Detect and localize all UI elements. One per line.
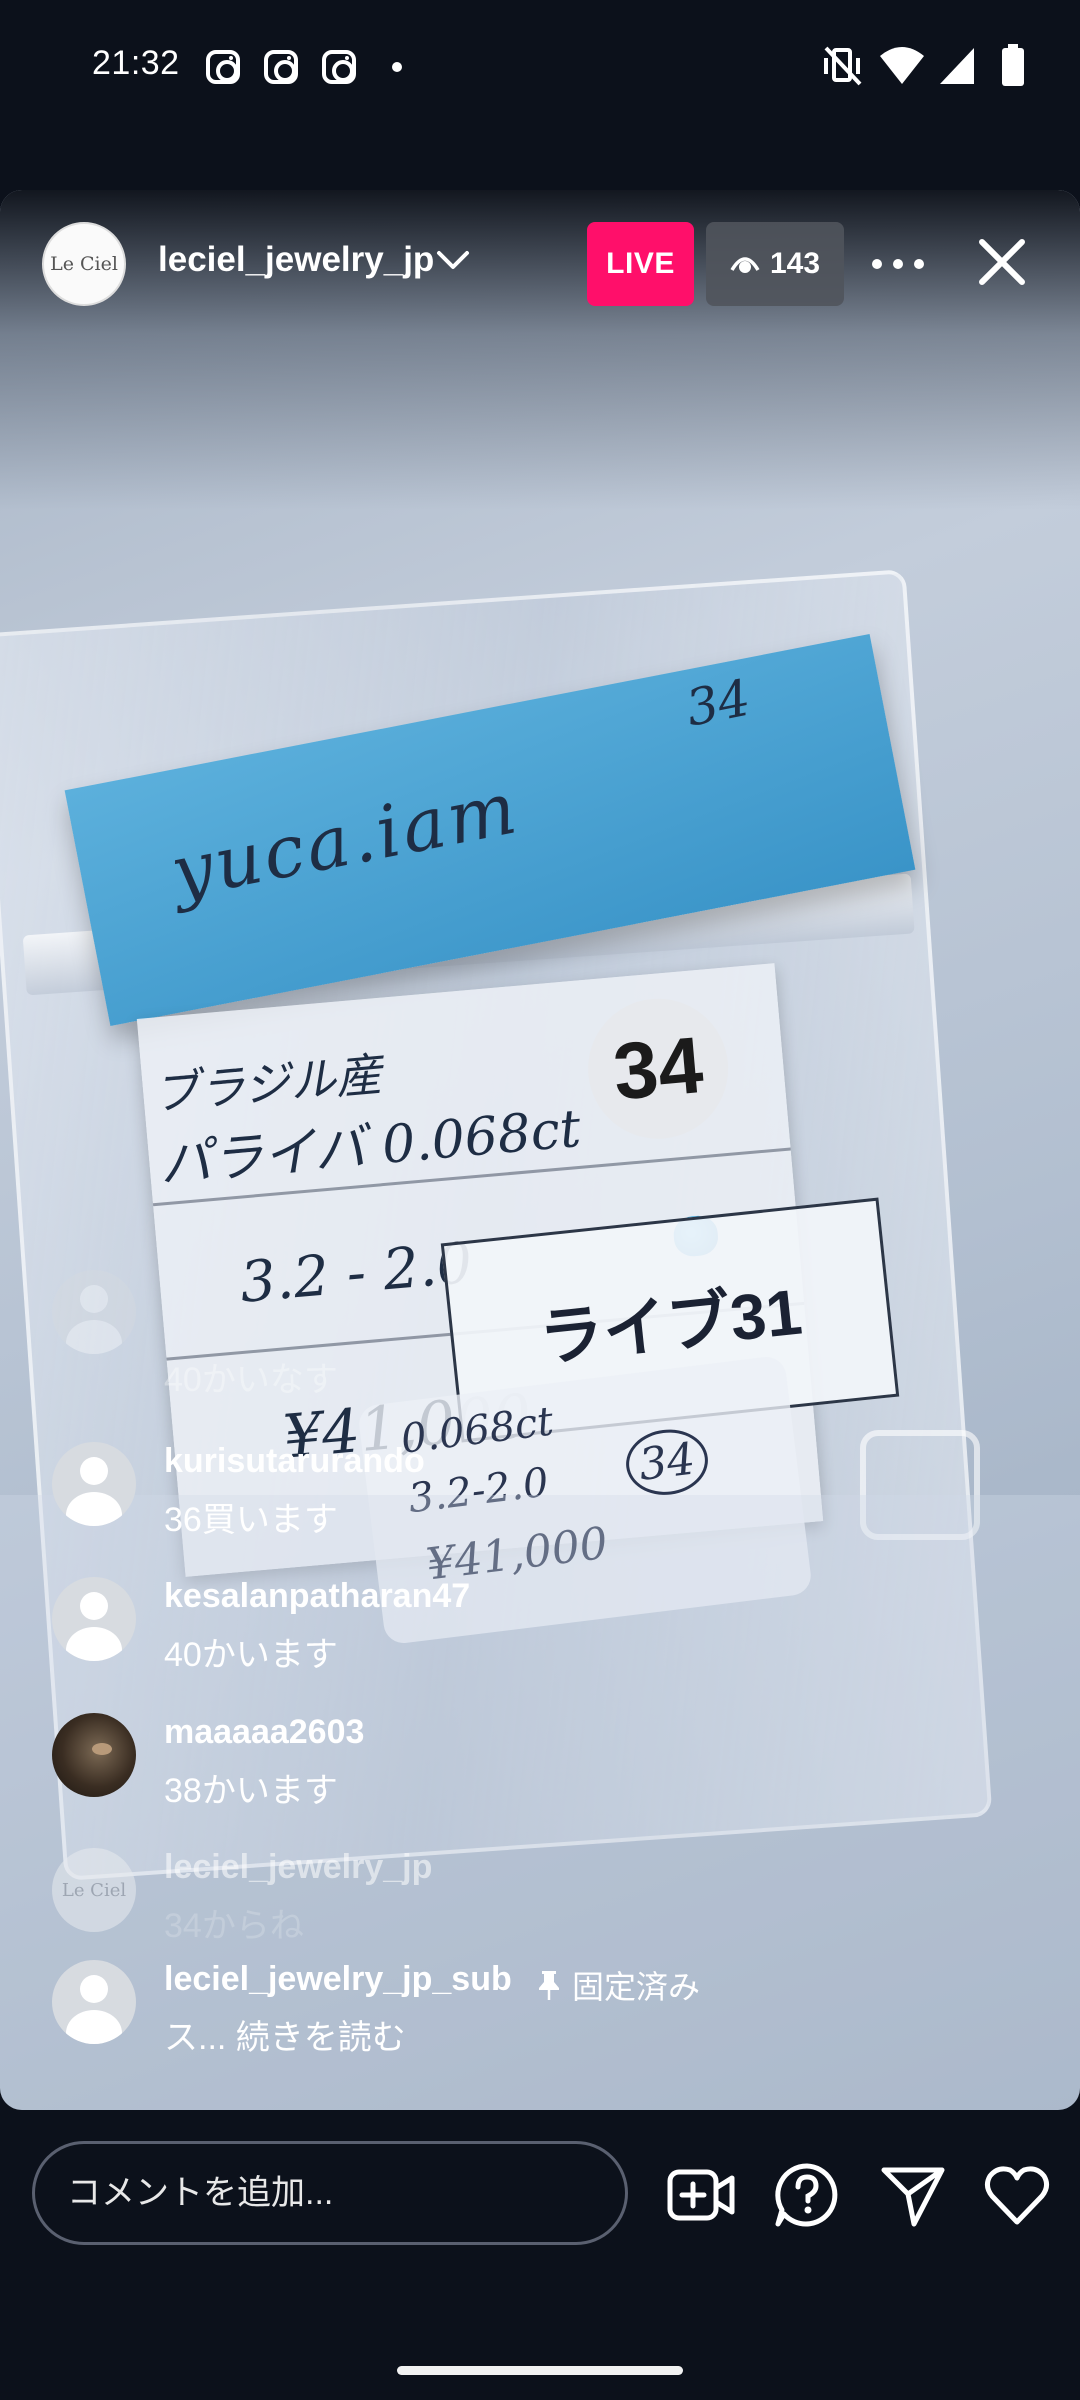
- comment-text: 34からね: [164, 1907, 304, 1945]
- add-video-icon[interactable]: [666, 2160, 736, 2230]
- close-icon[interactable]: [974, 234, 1030, 290]
- pinned-comment[interactable]: leciel_jewelry_jp_sub 固定済み ス... 続きを読む: [52, 1960, 1052, 2070]
- comment-item: 40かいなす: [52, 1270, 1052, 1410]
- comment-text[interactable]: ス... 続きを読む: [164, 2010, 406, 2059]
- comment-username[interactable]: kurisutarurando: [164, 1442, 425, 1481]
- avatar[interactable]: Le Ciel: [52, 1848, 136, 1932]
- send-icon[interactable]: [878, 2160, 948, 2230]
- dot: [914, 259, 924, 269]
- comment-username[interactable]: maaaaa2603: [164, 1713, 364, 1752]
- comment-username[interactable]: leciel_jewelry_jp: [164, 1848, 432, 1887]
- battery-icon: [1002, 44, 1024, 86]
- instagram-icon: [322, 50, 356, 84]
- comment-item[interactable]: maaaaa2603 38かいます: [52, 1713, 1052, 1823]
- comment-text: 40かいなす: [164, 1361, 338, 1399]
- avatar[interactable]: [52, 1713, 136, 1797]
- note-number: 34: [681, 668, 755, 738]
- wifi-icon: [880, 47, 924, 84]
- avatar: [52, 1270, 136, 1354]
- dot: [872, 259, 882, 269]
- comment-username[interactable]: leciel_jewelry_jp_sub: [164, 1960, 512, 1999]
- home-indicator[interactable]: [397, 2366, 683, 2375]
- host-username[interactable]: leciel_jewelry_jp: [158, 240, 434, 280]
- comment-input[interactable]: コメントを追加...: [32, 2141, 628, 2245]
- comment-item[interactable]: kurisutarurando 36買います: [52, 1442, 1052, 1552]
- status-bar: 21:32: [0, 0, 1080, 134]
- eye-icon: [730, 257, 760, 273]
- status-time: 21:32: [92, 44, 180, 82]
- dot-icon: [392, 62, 402, 72]
- live-badge: LIVE: [587, 222, 694, 306]
- comment-list[interactable]: 40かいなす kurisutarurando 36買います kesalanpat…: [0, 1270, 1080, 2100]
- note-name: yuca.iam: [164, 765, 526, 915]
- host-avatar[interactable]: Le Ciel: [42, 222, 126, 306]
- heart-icon[interactable]: [982, 2160, 1052, 2230]
- comment-item[interactable]: kesalanpatharan47 40かいます: [52, 1577, 1052, 1687]
- dot: [893, 259, 903, 269]
- question-icon[interactable]: [772, 2160, 842, 2230]
- cell-signal-icon: [940, 48, 974, 84]
- comment-text: 40かいます: [164, 1636, 338, 1674]
- chevron-down-icon[interactable]: [436, 250, 470, 272]
- system-icons: [820, 44, 1080, 94]
- pin-icon: [539, 1971, 559, 2000]
- live-header: Le Ciel leciel_jewelry_jp LIVE 143: [0, 190, 1080, 340]
- viewer-count-badge[interactable]: 143: [706, 222, 844, 306]
- avatar[interactable]: [52, 1960, 136, 2044]
- instagram-icon: [206, 50, 240, 84]
- viewer-count: 143: [769, 247, 821, 280]
- comment-item[interactable]: Le Ciel leciel_jewelry_jp 34からね: [52, 1848, 1052, 1958]
- pinned-label: 固定済み: [572, 1969, 701, 2005]
- comment-text: 38かいます: [164, 1772, 338, 1810]
- comment-username[interactable]: kesalanpatharan47: [164, 1577, 470, 1616]
- screen: 21:32 yuca.iam 34 34 ブラジル産 パライバ 0.068ct …: [0, 0, 1080, 2400]
- vibrate-off-icon: [824, 46, 862, 86]
- pinned-indicator: 固定済み: [536, 1962, 700, 2008]
- comment-text: 36買います: [164, 1501, 338, 1539]
- instagram-icon: [264, 50, 298, 84]
- number-badge: 34: [582, 992, 734, 1145]
- avatar[interactable]: [52, 1577, 136, 1661]
- avatar[interactable]: [52, 1442, 136, 1526]
- more-options-button[interactable]: [872, 242, 924, 286]
